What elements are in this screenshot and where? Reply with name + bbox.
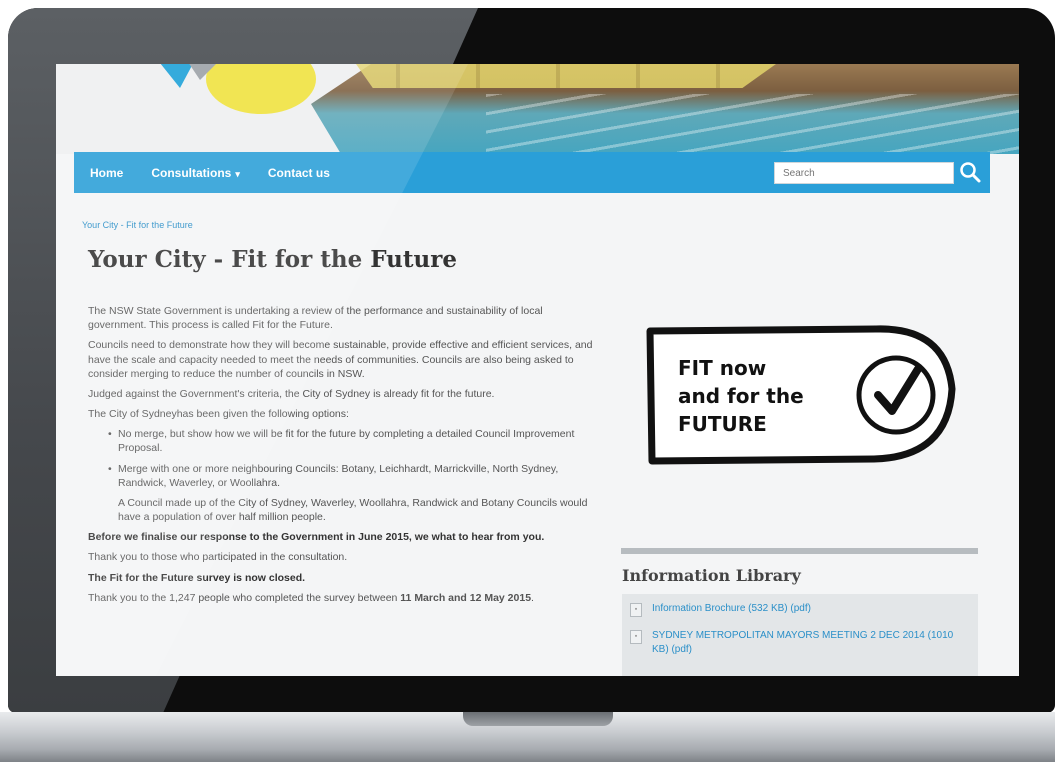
logo-line-2: and for the [678, 384, 804, 408]
article-paragraph: The City of Sydneyhas been given the fol… [88, 408, 349, 421]
document-icon: ▪ [630, 630, 642, 644]
list-item: No merge, but show how we will be fit fo… [108, 427, 603, 455]
survey-dates: 11 March and 12 May 2015 [400, 591, 532, 604]
search-input[interactable] [774, 162, 954, 184]
document-link-label: Information Brochure (532 KB) (pdf) [652, 603, 811, 614]
info-library-list: ▪ Information Brochure (532 KB) (pdf) ▪ … [622, 594, 978, 676]
info-library-divider [621, 548, 978, 554]
article-bold-paragraph: Before we finalise our response to the G… [88, 531, 545, 544]
survey-thanks-text: Thank you to the 1,247 people who comple… [88, 591, 401, 604]
document-link[interactable]: ▪ SYDNEY METROPOLITAN MAYORS MEETING 2 D… [622, 621, 978, 661]
document-link[interactable]: ▪ Information Brochure (532 KB) (pdf) [622, 594, 978, 621]
article-paragraph: The NSW State Government is undertaking … [88, 305, 543, 332]
fit-for-future-logo: FIT now and for the FUTURE [646, 325, 956, 465]
search-icon[interactable] [958, 160, 982, 184]
logo-line-1: FIT now [678, 356, 766, 380]
banner-yellow-shape [206, 64, 316, 114]
nav-consultations[interactable]: Consultations ▾ [151, 166, 240, 180]
nav-home[interactable]: Home [90, 166, 123, 180]
options-list: No merge, but show how we will be fit fo… [108, 427, 603, 490]
breadcrumb[interactable]: Your City - Fit for the Future [82, 220, 193, 230]
survey-closed-notice: The Fit for the Future survey is now clo… [88, 571, 306, 584]
article-paragraph: Councils need to demonstrate how they wi… [88, 339, 593, 380]
article-paragraph: Thank you to those who participated in t… [88, 551, 348, 564]
main-nav: Home Consultations ▾ Contact us [74, 152, 990, 193]
chevron-down-icon: ▾ [235, 168, 240, 179]
browser-screen: Home Consultations▾ Contact us Your City… [56, 64, 1019, 676]
nav-contact[interactable]: Contact us [268, 166, 330, 180]
survey-thanks-end: . [531, 591, 534, 604]
nav-consultations-label: Consultations [151, 165, 232, 180]
document-link-label: SYDNEY METROPOLITAN MAYORS MEETING 2 DEC… [652, 630, 954, 655]
logo-line-3: FUTURE [678, 412, 767, 436]
page-title: Your City - Fit for the Future [88, 246, 457, 273]
article-paragraph: Judged against the Government's criteria… [88, 387, 495, 400]
document-icon: ▪ [630, 603, 642, 617]
banner-blue-shape [156, 64, 196, 88]
laptop-notch [463, 712, 613, 726]
header-banner [56, 64, 1019, 154]
article-paragraph: Thank you to the 1,247 people who comple… [88, 591, 603, 605]
article-paragraph: A Council made up of the City of Sydney,… [118, 496, 588, 524]
banner-umbrellas [356, 64, 776, 88]
list-item: Merge with one or more neighbouring Coun… [108, 462, 603, 490]
article-body: The NSW State Government is undertaking … [88, 304, 603, 611]
banner-pool-lanes [486, 94, 1019, 154]
info-library-title: Information Library [622, 566, 801, 585]
